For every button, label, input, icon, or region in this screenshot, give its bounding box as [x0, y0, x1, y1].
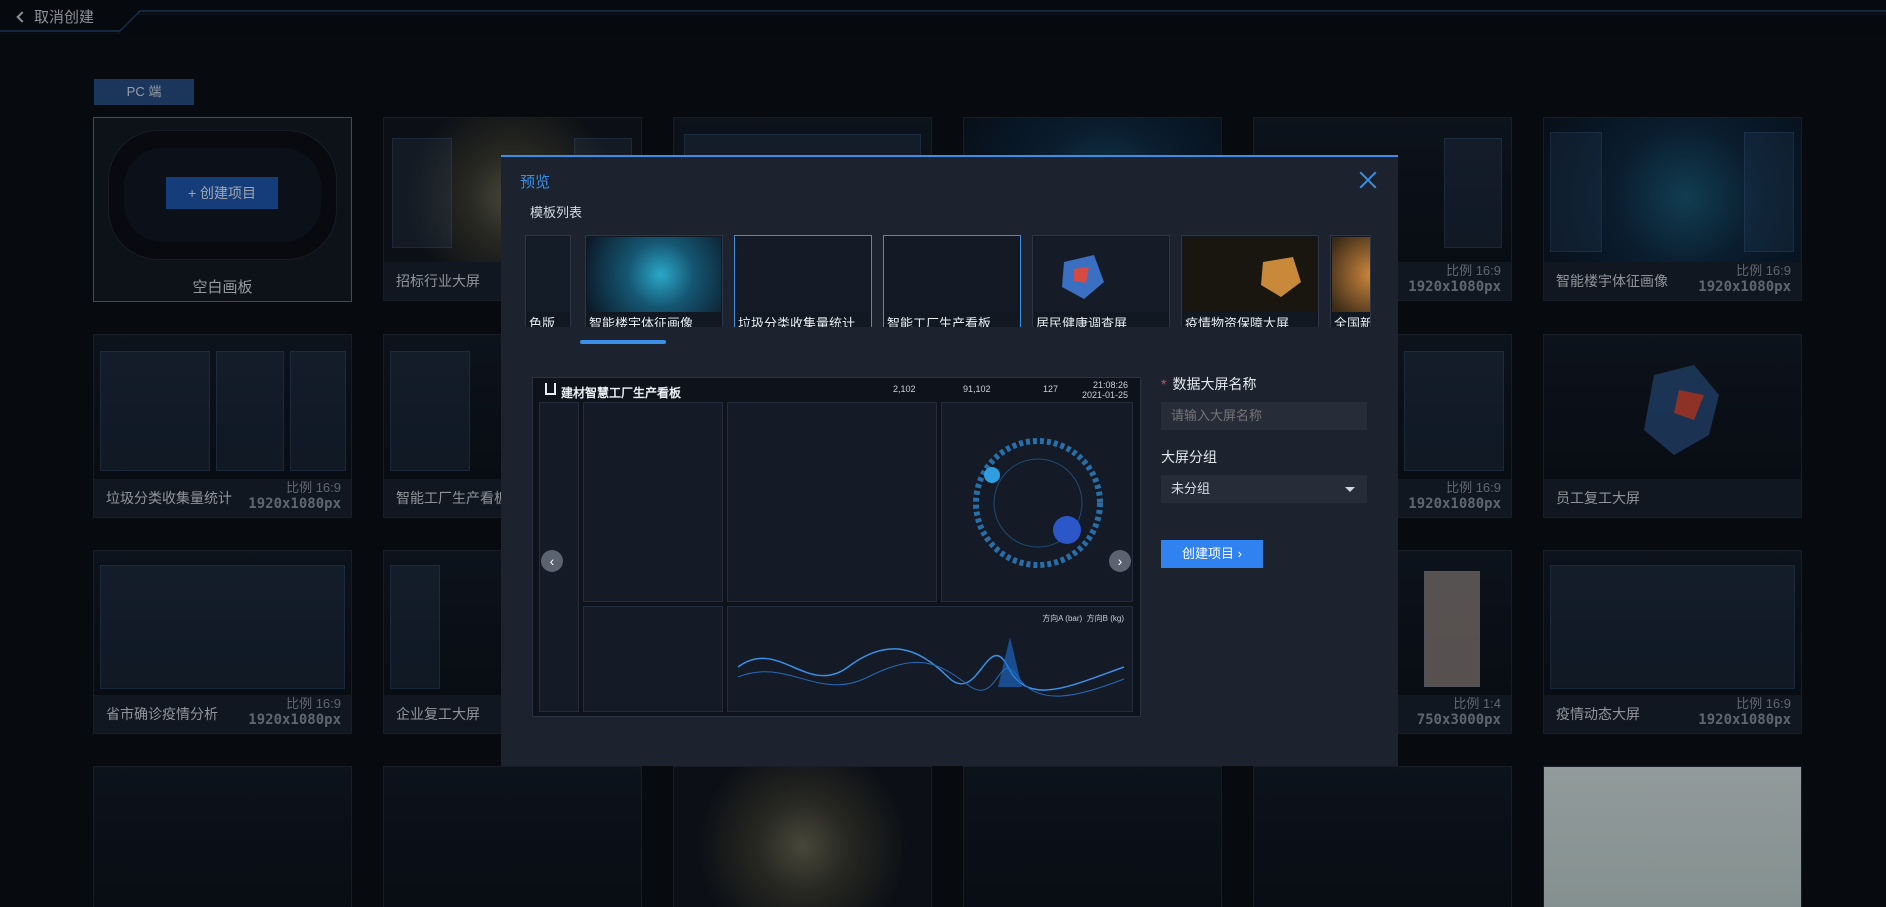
required-mark: * — [1161, 376, 1167, 392]
template-option-label: 智能楼宇体征画像 — [589, 316, 694, 327]
template-option-label: 色版 — [529, 316, 556, 327]
preview-stat: 2,102 — [893, 384, 916, 394]
preview-line-panel: 方向A (bar) 方向B (kg) — [727, 606, 1133, 712]
template-option[interactable]: 色版 — [525, 235, 571, 327]
template-option[interactable]: 垃圾分类收集量统计 — [734, 235, 872, 327]
template-option-label: 居民健康调查屏 — [1036, 316, 1128, 327]
preview-prev-button[interactable]: ‹ — [541, 550, 563, 572]
template-strip-scrollbar[interactable] — [580, 340, 666, 344]
template-option[interactable]: 全国新 — [1330, 235, 1371, 327]
template-option-thumbnail — [587, 237, 721, 312]
template-option-thumbnail — [1034, 237, 1168, 312]
preview-panel — [583, 402, 723, 602]
template-option-thumbnail — [527, 237, 570, 312]
template-preview: 建材智慧工厂生产看板 2,102 91,102 127 21:08:26 2021… — [532, 377, 1141, 717]
preview-radial-chart — [973, 438, 1103, 568]
screen-name-input[interactable] — [1161, 402, 1367, 430]
screen-name-label: * 数据大屏名称 — [1161, 374, 1256, 394]
template-option-label: 智能工厂生产看板 — [887, 316, 992, 327]
screen-group-label: 大屏分组 — [1161, 449, 1217, 465]
template-option[interactable]: 疫情物资保障大屏 — [1181, 235, 1319, 327]
template-option[interactable]: 智能工厂生产看板 — [883, 235, 1021, 327]
preview-next-button[interactable]: › — [1109, 550, 1131, 572]
preview-stat: 91,102 — [963, 384, 991, 394]
screen-group-select[interactable]: 未分组 — [1161, 475, 1367, 503]
map-graphic — [1062, 255, 1104, 299]
preview-logo-icon — [545, 383, 556, 395]
template-option-label: 疫情物资保障大屏 — [1185, 316, 1290, 327]
create-project-submit-button[interactable]: 创建项目 › — [1161, 540, 1263, 568]
preview-panel — [583, 606, 723, 712]
preview-time: 21:08:26 2021-01-25 — [1082, 380, 1128, 400]
modal-title: 预览 — [520, 174, 551, 191]
preview-title: 建材智慧工厂生产看板 — [561, 386, 682, 400]
map-graphic — [1261, 257, 1301, 297]
template-list-label: 模板列表 — [530, 205, 583, 220]
template-option-label: 全国新 — [1334, 316, 1371, 327]
template-strip: 色版 智能楼宇体征画像 垃圾分类收集量统计 智能工厂生产看板 居民健康调查屏 疫… — [525, 231, 1371, 327]
preview-clock: 21:08:26 — [1092, 380, 1128, 390]
screen-name-label-text: 数据大屏名称 — [1172, 376, 1257, 392]
close-icon[interactable] — [1359, 171, 1377, 189]
preview-modal: 预览 模板列表 色版 智能楼宇体征画像 垃圾分类收集量统计 智能工厂生产看板 居… — [501, 155, 1398, 766]
preview-legend: 方向A (bar) 方向B (kg) — [1042, 613, 1124, 624]
caret-down-icon — [1345, 487, 1355, 492]
preview-legend-item: 方向A (bar) — [1042, 614, 1083, 623]
template-option-label: 垃圾分类收集量统计 — [738, 316, 856, 327]
template-option-thumbnail — [1183, 237, 1317, 312]
preview-legend-item: 方向B (kg) — [1086, 614, 1124, 623]
preview-date: 2021-01-25 — [1081, 390, 1128, 400]
preview-panel — [941, 402, 1133, 602]
preview-stat: 127 — [1043, 384, 1059, 394]
template-option[interactable]: 智能楼宇体征画像 — [585, 235, 723, 327]
app-root: 取消创建 PC 端 + 创建项目 空白画板 招标行业大屏 比例 16:9 192… — [0, 0, 1886, 907]
template-option-thumbnail — [736, 237, 870, 312]
template-option[interactable]: 居民健康调查屏 — [1032, 235, 1170, 327]
template-option-thumbnail — [1332, 237, 1370, 312]
screen-group-value: 未分组 — [1171, 481, 1211, 496]
preview-panel — [727, 402, 937, 602]
template-option-thumbnail — [885, 237, 1019, 312]
